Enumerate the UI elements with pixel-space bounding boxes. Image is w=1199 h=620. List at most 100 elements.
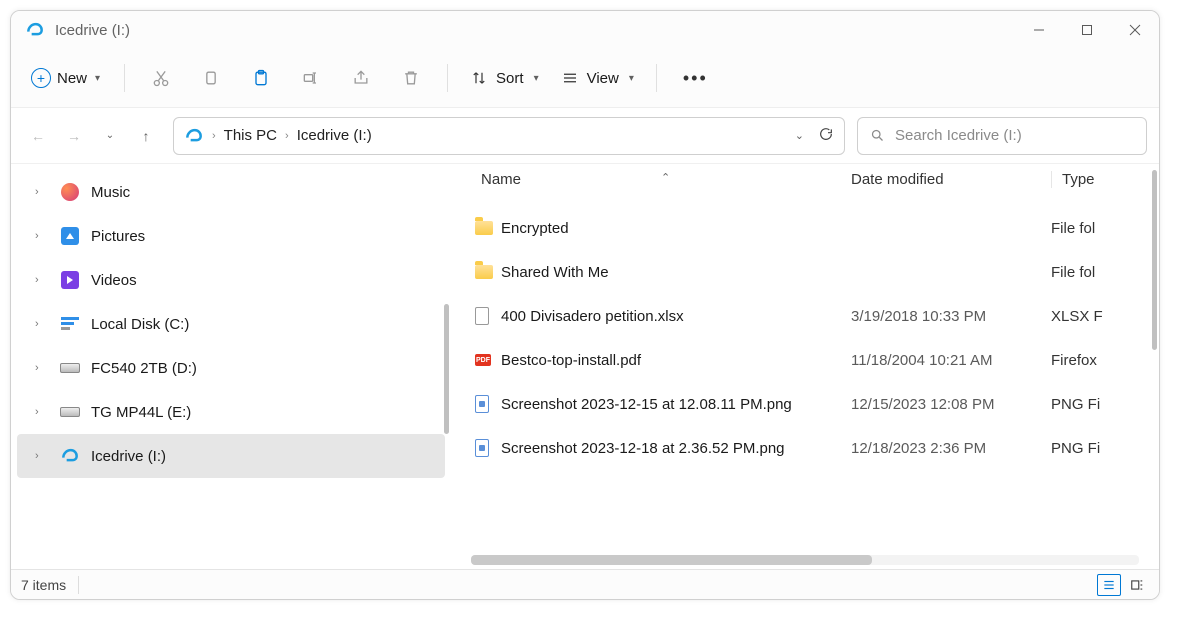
file-icon: PDF (475, 354, 501, 366)
chevron-right-icon: › (35, 406, 49, 418)
sidebar-item[interactable]: › Local Disk (C:) (11, 302, 451, 346)
view-button[interactable]: View ▾ (553, 63, 642, 93)
plus-icon: + (31, 68, 51, 88)
file-type: File fol (1051, 220, 1159, 237)
sidebar-item[interactable]: › Pictures (11, 214, 451, 258)
sidebar-item[interactable]: › Icedrive (I:) (17, 434, 445, 478)
sidebar-item[interactable]: › TG MP44L (E:) (11, 390, 451, 434)
file-name: Screenshot 2023-12-18 at 2.36.52 PM.png (501, 440, 851, 457)
sidebar-item-icon (59, 313, 81, 335)
col-name-label: Name (481, 171, 521, 188)
new-label: New (57, 70, 87, 87)
file-name: 400 Divisadero petition.xlsx (501, 308, 851, 325)
file-row[interactable]: PDF Bestco-top-install.pdf 11/18/2004 10… (451, 338, 1159, 382)
copy-button[interactable] (189, 58, 233, 98)
sidebar-item-label: FC540 2TB (D:) (91, 360, 197, 377)
sidebar-item-icon (59, 445, 81, 467)
refresh-button[interactable] (818, 126, 834, 145)
horizontal-scrollbar[interactable] (471, 555, 1139, 565)
col-name[interactable]: Name ⌃ (481, 171, 851, 188)
address-bar[interactable]: › This PC › Icedrive (I:) ⌄ (173, 117, 845, 155)
paste-button[interactable] (239, 58, 283, 98)
maximize-button[interactable] (1063, 11, 1111, 49)
file-type: Firefox (1051, 352, 1159, 369)
address-row: ← → ⌄ ↑ › This PC › Icedrive (I:) ⌄ Sear… (11, 107, 1159, 163)
sidebar-item-label: TG MP44L (E:) (91, 404, 191, 421)
col-type[interactable]: Type (1051, 171, 1159, 188)
sidebar-item-label: Videos (91, 272, 137, 289)
address-right: ⌄ (795, 126, 834, 145)
toolbar: + New ▾ Sort ▾ View ▾ ••• (11, 49, 1159, 107)
file-icon (475, 221, 501, 235)
chevron-right-icon: › (285, 130, 289, 142)
scroll-thumb[interactable] (471, 555, 872, 565)
share-button[interactable] (339, 58, 383, 98)
sidebar-item-icon (59, 269, 81, 291)
chevron-down-icon: ▾ (95, 73, 100, 84)
file-row[interactable]: Shared With Me File fol (451, 250, 1159, 294)
sidebar-item-label: Music (91, 184, 130, 201)
titlebar: Icedrive (I:) (11, 11, 1159, 49)
sort-label: Sort (496, 70, 524, 87)
sidebar-item-icon (59, 181, 81, 203)
file-name: Encrypted (501, 220, 851, 237)
sidebar-item-label: Local Disk (C:) (91, 316, 189, 333)
sidebar: › Music› Pictures› Videos› Local Disk (C… (11, 164, 451, 569)
file-type: File fol (1051, 264, 1159, 281)
explorer-window: Icedrive (I:) + New ▾ Sort ▾ View ▾ (10, 10, 1160, 600)
col-date[interactable]: Date modified (851, 171, 1051, 188)
chevron-right-icon: › (35, 362, 49, 374)
file-row[interactable]: Screenshot 2023-12-15 at 12.08.11 PM.png… (451, 382, 1159, 426)
file-type: PNG Fi (1051, 440, 1159, 457)
file-row[interactable]: Screenshot 2023-12-18 at 2.36.52 PM.png … (451, 426, 1159, 470)
columns-header: Name ⌃ Date modified Type (451, 164, 1159, 194)
file-icon (475, 307, 501, 325)
file-type: PNG Fi (1051, 396, 1159, 413)
rename-button[interactable] (289, 58, 333, 98)
close-button[interactable] (1111, 11, 1159, 49)
separator (656, 64, 657, 92)
minimize-button[interactable] (1015, 11, 1063, 49)
recent-dropdown[interactable]: ⌄ (101, 130, 119, 141)
file-icon (475, 265, 501, 279)
file-row[interactable]: 400 Divisadero petition.xlsx 3/19/2018 1… (451, 294, 1159, 338)
search-input[interactable]: Search Icedrive (I:) (857, 117, 1147, 155)
cut-button[interactable] (139, 58, 183, 98)
file-row[interactable]: Encrypted File fol (451, 206, 1159, 250)
sidebar-item-label: Pictures (91, 228, 145, 245)
sidebar-item-icon (59, 401, 81, 423)
back-button[interactable]: ← (29, 128, 47, 144)
chevron-right-icon: › (35, 186, 49, 198)
col-type-label: Type (1062, 171, 1095, 188)
search-icon (870, 128, 885, 143)
chevron-right-icon: › (35, 318, 49, 330)
details-view-toggle[interactable] (1097, 574, 1121, 596)
separator (447, 64, 448, 92)
chevron-right-icon: › (35, 450, 49, 462)
new-button[interactable]: + New ▾ (21, 62, 110, 94)
sort-button[interactable]: Sort ▾ (462, 63, 547, 93)
file-name: Shared With Me (501, 264, 851, 281)
sidebar-item[interactable]: › FC540 2TB (D:) (11, 346, 451, 390)
window-controls (1015, 11, 1159, 49)
up-button[interactable]: ↑ (137, 128, 155, 144)
view-toggles (1097, 574, 1149, 596)
chevron-right-icon: › (35, 230, 49, 242)
thumbnails-view-toggle[interactable] (1125, 574, 1149, 596)
sidebar-item[interactable]: › Music (11, 170, 451, 214)
forward-button[interactable]: → (65, 128, 83, 144)
dropdown-icon[interactable]: ⌄ (795, 129, 804, 142)
more-button[interactable]: ••• (671, 68, 720, 89)
breadcrumb-thispc[interactable]: This PC (224, 127, 277, 144)
sidebar-scrollbar[interactable] (444, 304, 449, 434)
view-label: View (587, 70, 619, 87)
breadcrumb-current[interactable]: Icedrive (I:) (297, 127, 372, 144)
file-date: 11/18/2004 10:21 AM (851, 352, 1051, 369)
sort-asc-icon: ⌃ (661, 171, 670, 184)
sidebar-item-icon (59, 225, 81, 247)
separator (124, 64, 125, 92)
window-title: Icedrive (I:) (55, 22, 1015, 39)
search-placeholder: Search Icedrive (I:) (895, 127, 1022, 144)
delete-button[interactable] (389, 58, 433, 98)
sidebar-item[interactable]: › Videos (11, 258, 451, 302)
